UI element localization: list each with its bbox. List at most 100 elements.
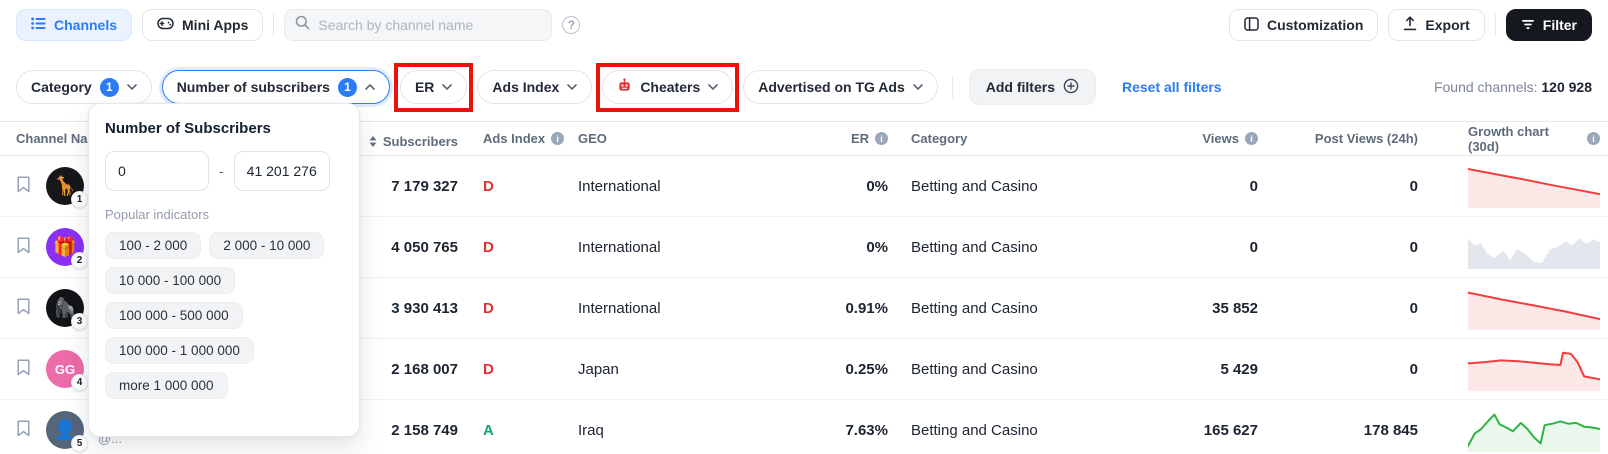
avatar[interactable]: 🎁 2: [46, 228, 88, 269]
sort-icon[interactable]: [369, 135, 377, 147]
avatar[interactable]: 🦍 3: [46, 289, 88, 330]
ads-index-grade: D: [483, 299, 494, 317]
rank-badge: 5: [71, 435, 88, 452]
rank-badge: 3: [71, 313, 88, 330]
chevron-down-icon: [442, 84, 453, 90]
avatar[interactable]: 🦒 1: [46, 167, 88, 208]
bookmark-icon[interactable]: [16, 297, 31, 319]
col-header-views[interactable]: Views i: [1148, 131, 1298, 146]
ads-index-chip-label: Ads Index: [492, 79, 560, 95]
indicator-chip[interactable]: 100 000 - 1 000 000: [105, 337, 254, 364]
page: Channels Mini Apps ? Customization: [0, 0, 1608, 454]
er-value: 0.25%: [845, 360, 888, 378]
indicator-chip[interactable]: 2 000 - 10 000: [209, 232, 325, 259]
bookmark-icon[interactable]: [16, 358, 31, 380]
category-value: Betting and Casino: [911, 421, 1038, 439]
col-header-ads-index[interactable]: Ads Index i: [458, 131, 565, 146]
filter-chip-tg-ads[interactable]: Advertised on TG Ads: [743, 70, 938, 104]
category-value: Betting and Casino: [911, 299, 1038, 317]
robot-icon: [617, 78, 632, 96]
subscribers-value: 3 930 413: [391, 299, 458, 317]
filter-button[interactable]: Filter: [1505, 9, 1592, 41]
found-channels-count: Found channels: 120 928: [1433, 79, 1592, 95]
col-header-geo[interactable]: GEO: [558, 131, 788, 146]
filter-lines-icon: [1521, 17, 1535, 33]
views-value: 165 627: [1203, 421, 1258, 439]
tg-ads-chip-label: Advertised on TG Ads: [758, 79, 905, 95]
dropdown-title: Number of Subscribers: [105, 120, 271, 137]
reset-all-filters-link[interactable]: Reset all filters: [1122, 79, 1222, 95]
ads-index-grade: D: [483, 177, 494, 195]
subscribers-value: 2 168 007: [391, 360, 458, 378]
range-separator: -: [219, 163, 224, 179]
er-value: 7.63%: [845, 421, 888, 439]
topbar-divider-2: [1494, 14, 1496, 36]
post-views-value: 0: [1409, 238, 1418, 256]
max-subscribers-input[interactable]: [233, 151, 330, 191]
channels-tab-label: Channels: [54, 17, 118, 33]
export-button[interactable]: Export: [1388, 9, 1485, 41]
indicator-chip[interactable]: 100 000 - 500 000: [105, 302, 243, 329]
bookmark-icon[interactable]: [16, 236, 31, 258]
post-views-value: 0: [1409, 360, 1418, 378]
min-subscribers-input[interactable]: [105, 151, 209, 191]
top-bar: Channels Mini Apps ? Customization: [0, 0, 1608, 49]
filter-chip-subscribers[interactable]: Number of subscribers 1: [161, 70, 390, 104]
er-chip-label: ER: [414, 79, 435, 95]
popular-indicator-chips: 100 - 2 000 2 000 - 10 000 10 000 - 100 …: [105, 232, 343, 399]
indicator-chip[interactable]: 100 - 2 000: [105, 232, 202, 259]
filter-chip-cheaters[interactable]: Cheaters: [596, 63, 740, 112]
geo-value: International: [578, 238, 661, 256]
subscribers-chip-label: Number of subscribers: [176, 79, 330, 95]
customization-button[interactable]: Customization: [1228, 9, 1379, 41]
filter-button-label: Filter: [1542, 17, 1577, 33]
filter-chip-ads-index[interactable]: Ads Index: [477, 70, 593, 104]
col-header-subscribers[interactable]: Subscribers: [358, 129, 458, 149]
col-header-growth-chart[interactable]: Growth chart (30d) i: [1468, 124, 1608, 154]
avatar[interactable]: GG 4: [46, 350, 88, 391]
col-header-category[interactable]: Category: [888, 131, 1148, 146]
rank-badge: 1: [71, 191, 88, 208]
rank-badge: 4: [71, 374, 88, 391]
help-icon[interactable]: ?: [562, 16, 581, 34]
bookmark-icon[interactable]: [16, 419, 31, 441]
avatar[interactable]: 👤 5: [46, 411, 88, 452]
chevron-down-icon: [567, 84, 578, 90]
search-icon: [295, 15, 310, 35]
growth-sparkline: [1468, 238, 1600, 269]
range-inputs: -: [105, 151, 343, 191]
indicator-chip[interactable]: more 1 000 000: [105, 372, 228, 399]
col-header-post-views[interactable]: Post Views (24h): [1298, 131, 1468, 146]
export-icon: [1403, 16, 1417, 34]
info-icon[interactable]: i: [1245, 132, 1258, 145]
channels-tab[interactable]: Channels: [16, 9, 133, 41]
er-value: 0%: [866, 177, 888, 195]
filter-chip-category[interactable]: Category 1: [16, 70, 152, 104]
filter-chip-er[interactable]: ER: [393, 63, 474, 112]
category-value: Betting and Casino: [911, 177, 1038, 195]
col-header-er[interactable]: ER i: [788, 131, 888, 146]
growth-sparkline: [1468, 413, 1600, 452]
er-value: 0.91%: [845, 299, 888, 317]
popular-indicators-label: Popular indicators: [105, 207, 210, 222]
customization-label: Customization: [1266, 17, 1364, 33]
topbar-actions: Customization Export Filter: [1228, 9, 1592, 41]
category-value: Betting and Casino: [911, 238, 1038, 256]
subscribers-value: 2 158 749: [391, 421, 458, 439]
bookmark-icon[interactable]: [16, 175, 31, 197]
rank-badge: 2: [71, 252, 88, 269]
channel-search[interactable]: [284, 9, 553, 41]
indicator-chip[interactable]: 10 000 - 100 000: [105, 267, 236, 294]
mini-apps-tab[interactable]: Mini Apps: [142, 9, 264, 41]
post-views-value: 178 845: [1363, 421, 1418, 439]
geo-value: International: [578, 177, 661, 195]
cheaters-chip-label: Cheaters: [640, 79, 701, 95]
views-value: 35 852: [1212, 299, 1258, 317]
search-input[interactable]: [318, 17, 542, 33]
add-filters-button[interactable]: Add filters: [968, 69, 1096, 105]
info-icon[interactable]: i: [875, 132, 888, 145]
growth-sparkline: [1468, 291, 1600, 330]
add-filters-label: Add filters: [985, 79, 1055, 95]
category-chip-label: Category: [31, 79, 92, 95]
info-icon[interactable]: i: [1587, 132, 1600, 145]
